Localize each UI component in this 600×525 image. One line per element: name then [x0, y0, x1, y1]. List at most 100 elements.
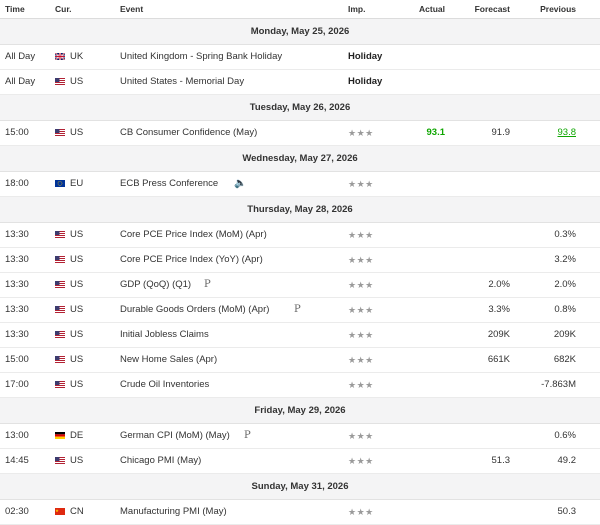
date-header: Wednesday, May 27, 2026: [0, 146, 600, 172]
header-importance[interactable]: Imp.: [348, 4, 365, 14]
event-name[interactable]: German CPI (MoM) (May): [120, 424, 230, 448]
previous-value: -7.863M: [541, 379, 576, 390]
event-currency: US: [70, 329, 84, 340]
date-header: Thursday, May 28, 2026: [0, 197, 600, 223]
flag-de-icon: [55, 432, 65, 439]
date-header: Sunday, May 31, 2026: [0, 474, 600, 500]
flag-us-icon: [55, 129, 65, 136]
event-row[interactable]: All Day US United States - Memorial Day Hol…: [0, 70, 600, 95]
event-time: 13:30: [5, 304, 29, 315]
event-row[interactable]: 13:30 US Durable Goods Orders (MoM) (Apr) P…: [0, 298, 600, 323]
event-row[interactable]: 13:30 US Initial Jobless Claims ★★★ 209K 209K: [0, 323, 600, 348]
event-name[interactable]: United Kingdom - Spring Bank Holiday: [120, 45, 282, 69]
event-currency: US: [70, 279, 84, 290]
event-time: 13:30: [5, 279, 29, 290]
event-name[interactable]: Initial Jobless Claims: [120, 323, 209, 347]
importance-stars: ★★★: [348, 305, 374, 315]
importance-stars: ★★★: [348, 380, 374, 390]
economic-calendar: Time Cur. Event Imp. Actual Forecast Pre…: [0, 0, 600, 525]
preliminary-icon[interactable]: P: [294, 298, 301, 322]
event-currency: US: [70, 229, 84, 240]
event-name[interactable]: GDP (QoQ) (Q1): [120, 273, 191, 297]
previous-value: 0.3%: [554, 229, 576, 240]
flag-us-icon: [55, 306, 65, 313]
event-name[interactable]: CB Consumer Confidence (May): [120, 121, 257, 145]
event-name[interactable]: United States - Memorial Day: [120, 70, 244, 94]
event-time: 02:30: [5, 506, 29, 517]
event-row[interactable]: 15:00 US CB Consumer Confidence (May) ★★★ 93…: [0, 121, 600, 146]
event-row[interactable]: 15:00 US New Home Sales (Apr) ★★★ 661K 682K: [0, 348, 600, 373]
header-forecast[interactable]: Forecast: [475, 4, 510, 14]
event-row[interactable]: 13:30 US GDP (QoQ) (Q1) P ★★★ 2.0% 2.0%: [0, 273, 600, 298]
event-time: 15:00: [5, 354, 29, 365]
event-time: 13:30: [5, 229, 29, 240]
table-header: Time Cur. Event Imp. Actual Forecast Pre…: [0, 0, 600, 19]
forecast-value: 91.9: [491, 127, 511, 138]
event-time: 15:00: [5, 127, 29, 138]
event-row[interactable]: 14:45 US Chicago PMI (May) ★★★ 51.3 49.2: [0, 449, 600, 474]
holiday-label: Holiday: [348, 51, 383, 62]
forecast-value: 51.3: [491, 455, 511, 466]
header-time[interactable]: Time: [5, 4, 25, 14]
flag-us-icon: [55, 457, 65, 464]
importance-stars: ★★★: [348, 230, 374, 240]
event-name[interactable]: Crude Oil Inventories: [120, 373, 209, 397]
event-time: 14:45: [5, 455, 29, 466]
header-currency[interactable]: Cur.: [55, 4, 72, 14]
importance-stars: ★★★: [348, 128, 374, 138]
date-header: Monday, May 25, 2026: [0, 19, 600, 45]
forecast-value: 3.3%: [488, 304, 510, 315]
forecast-value: 661K: [487, 354, 510, 365]
flag-us-icon: [55, 78, 65, 85]
actual-value: 93.1: [426, 127, 446, 138]
event-currency: DE: [70, 430, 84, 441]
date-header: Friday, May 29, 2026: [0, 398, 600, 424]
flag-us-icon: [55, 281, 65, 288]
importance-stars: ★★★: [348, 355, 374, 365]
event-name[interactable]: Core PCE Price Index (YoY) (Apr): [120, 248, 263, 272]
header-event[interactable]: Event: [120, 4, 143, 14]
event-currency: US: [70, 76, 84, 87]
flag-us-icon: [55, 356, 65, 363]
event-name[interactable]: New Home Sales (Apr): [120, 348, 217, 372]
event-row[interactable]: 13:30 US Core PCE Price Index (YoY) (Apr) ★…: [0, 248, 600, 273]
event-currency: UK: [70, 51, 84, 62]
event-row[interactable]: All Day UK United Kingdom - Spring Bank Ho…: [0, 45, 600, 70]
date-header: Tuesday, May 26, 2026: [0, 95, 600, 121]
event-row[interactable]: 18:00 EU ECB Press Conference 🔈 ★★★: [0, 172, 600, 197]
previous-value: 0.6%: [554, 430, 576, 441]
importance-stars: ★★★: [348, 330, 374, 340]
event-name[interactable]: ECB Press Conference: [120, 172, 218, 196]
importance-stars: ★★★: [348, 280, 374, 290]
event-currency: US: [70, 254, 84, 265]
flag-us-icon: [55, 331, 65, 338]
event-name[interactable]: Chicago PMI (May): [120, 449, 201, 473]
event-row[interactable]: 02:30 CN Manufacturing PMI (May) ★★★ 50.3: [0, 500, 600, 525]
header-previous[interactable]: Previous: [540, 4, 576, 14]
event-time: 18:00: [5, 178, 29, 189]
previous-value[interactable]: 93.8: [558, 121, 577, 145]
importance-stars: ★★★: [348, 456, 374, 466]
event-row[interactable]: 13:00 DE German CPI (MoM) (May) P ★★★ 0.6%: [0, 424, 600, 449]
previous-value: 50.3: [557, 506, 577, 517]
forecast-value: 2.0%: [488, 279, 510, 290]
event-time: 13:00: [5, 430, 29, 441]
speech-icon[interactable]: 🔈: [234, 172, 246, 196]
preliminary-icon[interactable]: P: [204, 273, 211, 297]
event-row[interactable]: 13:30 US Core PCE Price Index (MoM) (Apr) ★…: [0, 223, 600, 248]
flag-us-icon: [55, 256, 65, 263]
event-currency: US: [70, 455, 84, 466]
header-actual[interactable]: Actual: [419, 4, 445, 14]
event-time: 17:00: [5, 379, 29, 390]
event-name[interactable]: Durable Goods Orders (MoM) (Apr): [120, 298, 269, 322]
event-time: All Day: [5, 51, 36, 62]
event-name[interactable]: Manufacturing PMI (May): [120, 500, 227, 524]
event-name[interactable]: Core PCE Price Index (MoM) (Apr): [120, 223, 267, 247]
preliminary-icon[interactable]: P: [244, 424, 251, 448]
event-row[interactable]: 17:00 US Crude Oil Inventories ★★★ -7.863M: [0, 373, 600, 398]
previous-value: 209K: [553, 329, 576, 340]
event-currency: US: [70, 304, 84, 315]
previous-value: 49.2: [557, 455, 577, 466]
event-currency: US: [70, 379, 84, 390]
previous-value: 2.0%: [554, 279, 576, 290]
